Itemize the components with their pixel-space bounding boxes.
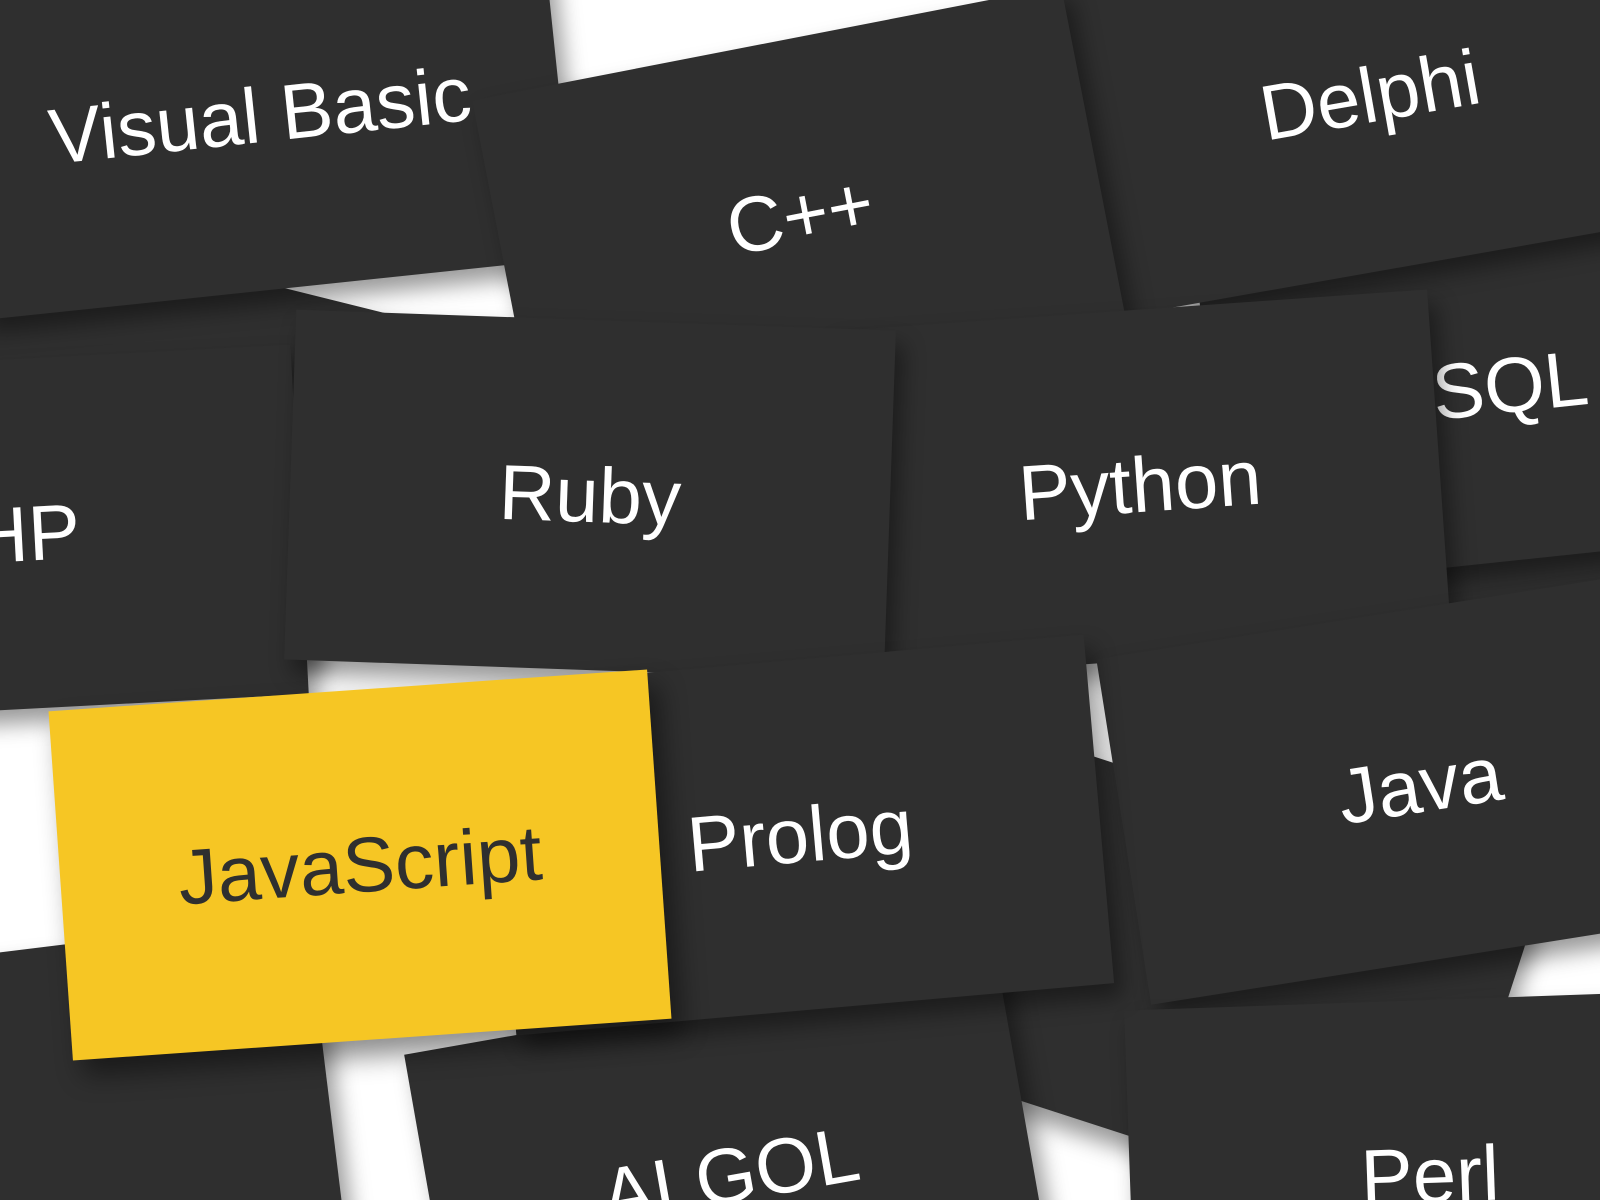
card-label: C++ xyxy=(719,156,881,273)
card-label: JavaScript xyxy=(175,807,545,923)
card-ruby: Ruby xyxy=(284,310,896,681)
card-label: Java xyxy=(1332,727,1509,843)
card-label: SQL xyxy=(1428,332,1593,439)
card-label: ALGOL xyxy=(594,1108,866,1200)
card-label: Python xyxy=(1016,431,1265,539)
card-perl: Perl xyxy=(1124,990,1600,1200)
card-label: Visual Basic xyxy=(45,48,476,183)
card-label: Prolog xyxy=(684,780,917,890)
card-label: Perl xyxy=(1359,1127,1501,1200)
card-pile: SQL Delphi Visual Basic C++ PHP Python R… xyxy=(0,0,1600,1200)
card-label: Delphi xyxy=(1253,31,1487,159)
card-php: PHP xyxy=(0,345,309,726)
card-label: PHP xyxy=(0,485,82,584)
card-label: Ruby xyxy=(497,446,682,543)
card-javascript: JavaScript xyxy=(49,669,672,1060)
